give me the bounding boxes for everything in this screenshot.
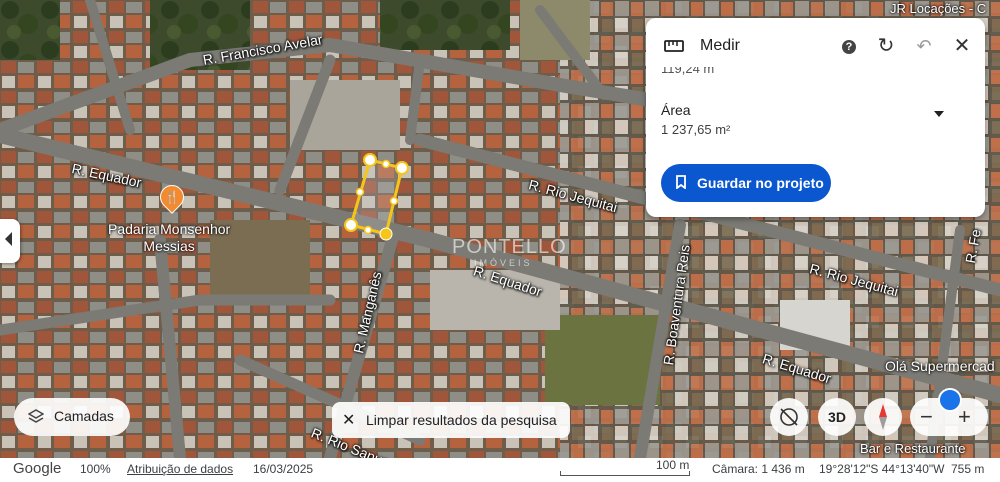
dropdown-icon[interactable] — [934, 111, 944, 117]
clear-search-label: Limpar resultados da pesquisa — [366, 412, 557, 428]
coordinates: 19°28'12"S 44°13'40"W — [819, 462, 945, 476]
redo-icon[interactable]: ↻ — [874, 34, 898, 58]
chevron-left-icon — [5, 232, 12, 246]
save-to-project-button[interactable]: Guardar no projeto — [661, 164, 831, 202]
zoom-out-button[interactable]: − — [920, 404, 933, 430]
zoom-in-button[interactable]: + — [958, 404, 971, 430]
help-icon[interactable]: ? — [837, 34, 861, 58]
close-icon[interactable]: ✕ — [950, 34, 974, 58]
undo-icon[interactable]: ↶ — [912, 34, 936, 58]
scale-bar — [560, 471, 690, 476]
collapse-side-panel-button[interactable] — [0, 219, 20, 263]
tilt-toggle-button[interactable] — [770, 398, 808, 436]
layers-button[interactable]: Camadas — [14, 398, 130, 436]
layers-icon — [28, 409, 44, 423]
3d-view-button[interactable]: 3D — [818, 398, 856, 436]
layers-label: Camadas — [54, 408, 114, 424]
bookmark-icon — [676, 175, 686, 189]
area-label: Área — [661, 102, 691, 118]
measure-panel: Medir ? ↻ ↶ ✕ 119,24 m Área 1 237,65 m² … — [646, 18, 985, 217]
poi-padaria[interactable]: Padaria Monsenhor Messias — [108, 221, 230, 255]
ruler-icon — [664, 40, 684, 52]
scale-label: 100 m — [656, 458, 690, 472]
clear-search-results-button[interactable]: ✕ Limpar resultados da pesquisa — [332, 402, 570, 438]
compass-button[interactable] — [864, 398, 902, 436]
area-value: 1 237,65 m² — [661, 122, 731, 137]
no-tilt-icon — [780, 408, 798, 426]
status-bar: Google 100% Atribuição de dados 16/03/20… — [0, 458, 1000, 482]
watermark-logo: PONTELLO — [452, 236, 567, 258]
save-to-project-label: Guardar no projeto — [697, 175, 824, 191]
distance-value: 119,24 m — [661, 67, 715, 75]
poi-bar-restaurante[interactable]: Bar e Restaurante — [860, 440, 966, 457]
watermark-subtitle: IMÓVEIS — [474, 258, 533, 268]
compass-icon — [879, 404, 887, 430]
data-attribution-link[interactable]: Atribuição de dados — [127, 462, 233, 476]
google-logo: Google — [13, 460, 62, 477]
imagery-date: 16/03/2025 — [253, 462, 314, 476]
poi-jr-locacoes[interactable]: JR Locações - C — [890, 0, 986, 17]
poi-ola-supermercado[interactable]: Olá Supermercad — [885, 358, 995, 375]
close-icon: ✕ — [342, 412, 356, 429]
panel-title: Medir — [700, 37, 741, 54]
3d-label: 3D — [828, 409, 846, 425]
elevation: 755 m — [951, 462, 985, 476]
camera-altitude: Câmara: 1 436 m — [712, 462, 805, 476]
pegman-icon[interactable] — [938, 388, 962, 412]
zoom-percent: 100% — [80, 462, 111, 476]
